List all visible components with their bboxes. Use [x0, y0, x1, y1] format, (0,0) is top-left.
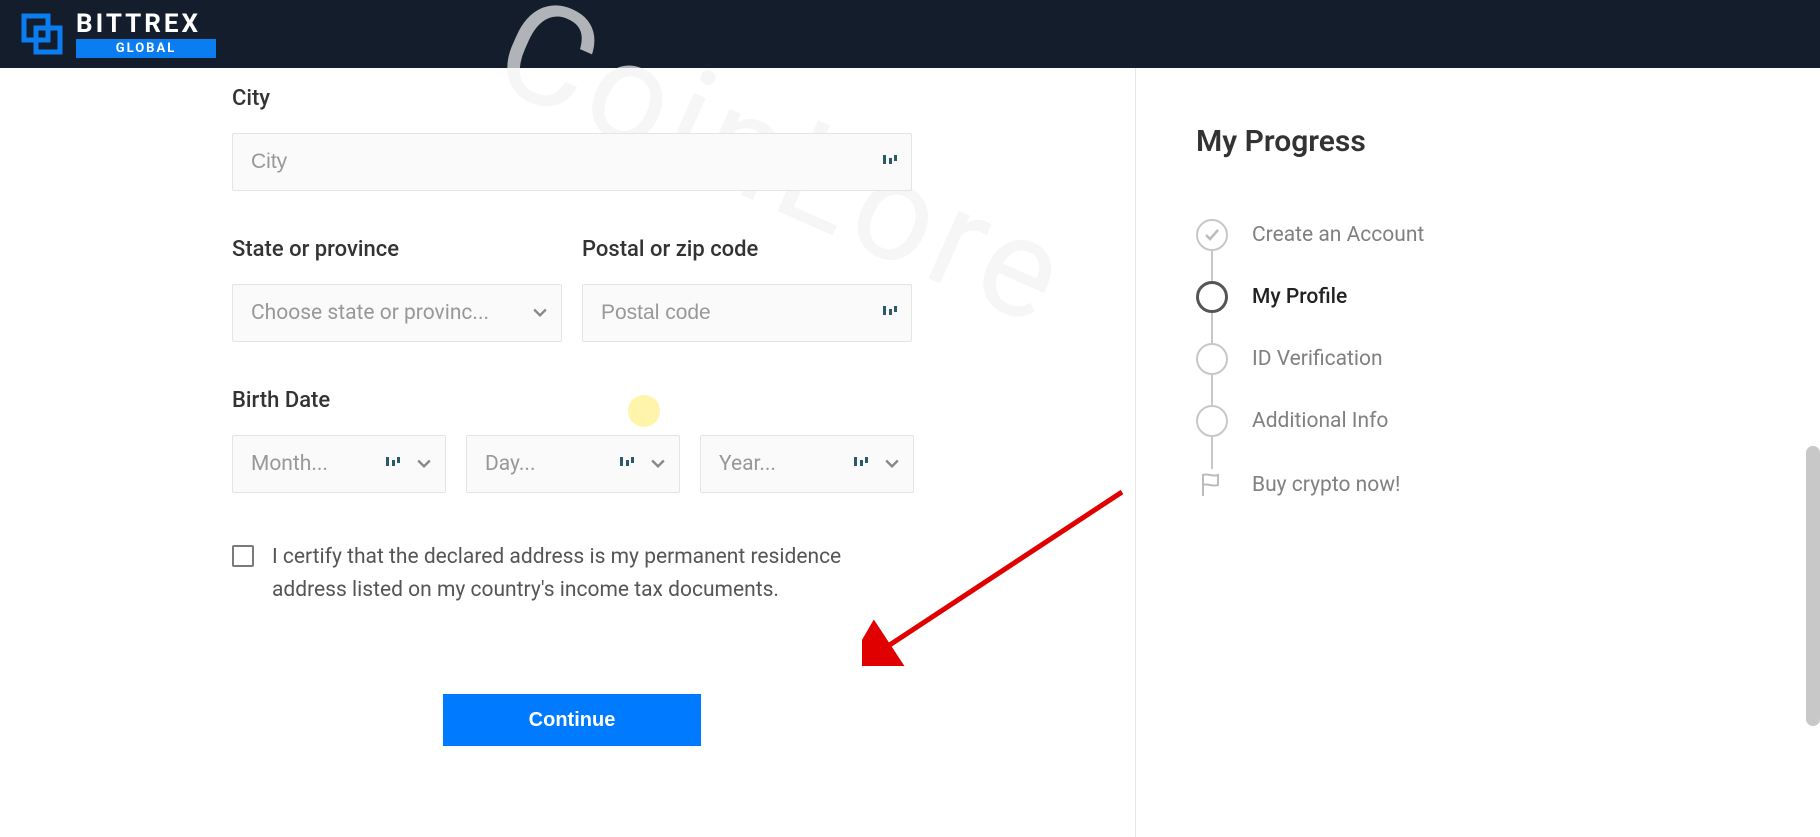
- state-select[interactable]: Choose state or provinc...: [232, 284, 562, 342]
- progress-list: Create an Account My Profile ID Verifica…: [1196, 219, 1820, 501]
- month-placeholder: Month...: [251, 452, 385, 476]
- keylock-icon: [853, 456, 869, 472]
- birthdate-label: Birth Date: [232, 388, 1135, 413]
- circle-icon: [1196, 281, 1228, 313]
- progress-label: Create an Account: [1252, 223, 1424, 247]
- connector: [1211, 251, 1213, 281]
- connector: [1211, 313, 1213, 343]
- chevron-down-icon: [417, 457, 431, 471]
- bittrex-logo-icon: [18, 10, 66, 58]
- keylock-icon: [385, 456, 401, 472]
- progress-step-additional-info: Additional Info: [1196, 405, 1820, 437]
- circle-icon: [1196, 343, 1228, 375]
- continue-button[interactable]: Continue: [443, 694, 701, 746]
- profile-form: City State or province Choose state or p…: [0, 68, 1135, 837]
- state-placeholder: Choose state or provinc...: [251, 301, 523, 325]
- progress-label: Additional Info: [1252, 409, 1388, 433]
- chevron-down-icon: [651, 457, 665, 471]
- content: City State or province Choose state or p…: [0, 68, 1820, 837]
- progress-label: Buy crypto now!: [1252, 473, 1400, 497]
- logo-sub: GLOBAL: [76, 39, 216, 58]
- logo-text: BITTREX: [76, 11, 201, 37]
- progress-sidebar: My Progress Create an Account My Profile…: [1135, 68, 1820, 837]
- check-icon: [1204, 227, 1220, 243]
- progress-step-my-profile: My Profile: [1196, 281, 1820, 313]
- state-label: State or province: [232, 237, 562, 262]
- brand-accent: X: [182, 9, 202, 39]
- certify-text: I certify that the declared address is m…: [272, 541, 912, 606]
- progress-step-buy-crypto: Buy crypto now!: [1196, 469, 1820, 501]
- postal-input[interactable]: [582, 284, 912, 342]
- sidebar-title: My Progress: [1196, 124, 1820, 159]
- chevron-down-icon: [533, 306, 547, 320]
- chevron-down-icon: [885, 457, 899, 471]
- keylock-icon: [619, 456, 635, 472]
- brand-main: BITTRE: [76, 9, 182, 39]
- day-placeholder: Day...: [485, 452, 619, 476]
- city-input[interactable]: [232, 133, 912, 191]
- circle-icon: [1196, 405, 1228, 437]
- birth-month-select[interactable]: Month...: [232, 435, 446, 493]
- certify-checkbox[interactable]: [232, 545, 254, 567]
- city-label: City: [232, 86, 1135, 111]
- progress-step-id-verification: ID Verification: [1196, 343, 1820, 375]
- postal-label: Postal or zip code: [582, 237, 912, 262]
- year-placeholder: Year...: [719, 452, 853, 476]
- progress-label: My Profile: [1252, 285, 1347, 309]
- birth-year-select[interactable]: Year...: [700, 435, 914, 493]
- app-header: BITTREX GLOBAL: [0, 0, 1820, 68]
- progress-step-create-account: Create an Account: [1196, 219, 1820, 251]
- flag-icon: [1196, 469, 1228, 501]
- logo-text-wrap: BITTREX GLOBAL: [76, 11, 216, 58]
- scrollbar-thumb[interactable]: [1806, 446, 1820, 726]
- check-circle-icon: [1196, 219, 1228, 251]
- connector: [1211, 375, 1213, 405]
- logo[interactable]: BITTREX GLOBAL: [18, 10, 216, 58]
- birth-day-select[interactable]: Day...: [466, 435, 680, 493]
- progress-label: ID Verification: [1252, 347, 1383, 371]
